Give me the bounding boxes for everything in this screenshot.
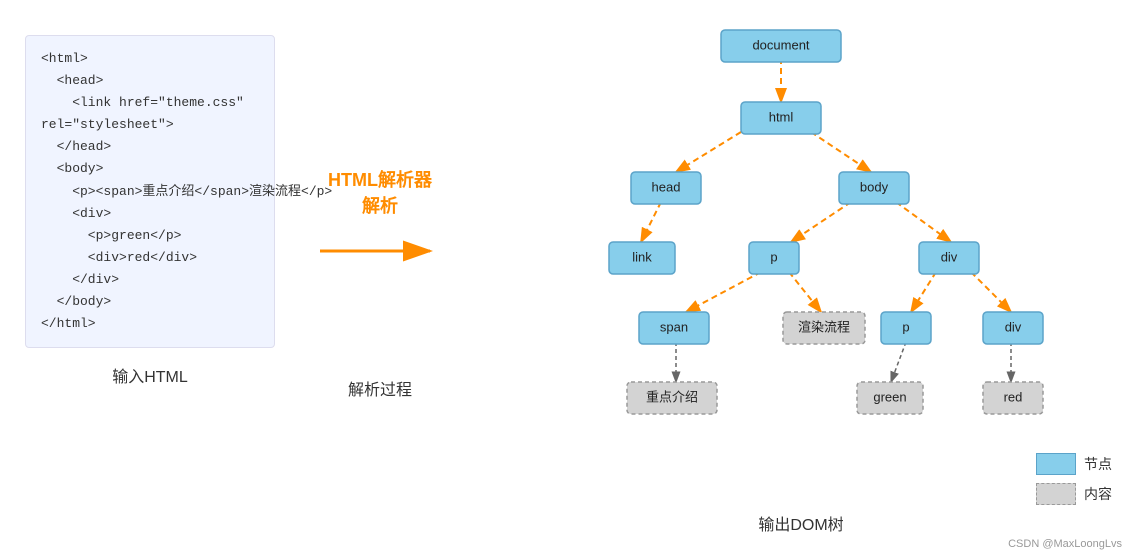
tree-label: 输出DOM树	[758, 511, 843, 535]
legend: 节点 内容	[1036, 453, 1112, 505]
legend-blue-label: 节点	[1084, 454, 1112, 474]
node-p2: p	[881, 312, 931, 344]
arrow-panel: HTML解析器 解析 解析过程	[290, 20, 470, 545]
svg-text:span: span	[660, 319, 688, 334]
node-span: span	[639, 312, 709, 344]
node-document: document	[721, 30, 841, 62]
svg-text:head: head	[652, 179, 681, 194]
code-label: 输入HTML	[25, 363, 275, 387]
tree-panel: document html head body link	[470, 20, 1132, 545]
node-body: body	[839, 172, 909, 204]
legend-gray-label: 内容	[1084, 484, 1112, 504]
code-block: <html> <head> <link href="theme.css" rel…	[25, 35, 275, 348]
svg-text:p: p	[770, 249, 777, 264]
code-panel: <html> <head> <link href="theme.css" rel…	[10, 20, 290, 545]
parser-subtitle: 解析	[362, 196, 398, 216]
node-render: 渲染流程	[783, 312, 865, 344]
dom-tree-svg: document html head body link	[470, 20, 1132, 500]
node-link: link	[609, 242, 675, 274]
svg-text:html: html	[769, 109, 794, 124]
svg-text:link: link	[632, 249, 652, 264]
svg-text:p: p	[902, 319, 909, 334]
svg-text:div: div	[1005, 319, 1022, 334]
node-zhongdian: 重点介绍	[627, 382, 717, 414]
svg-text:document: document	[752, 37, 809, 52]
watermark: CSDN @MaxLoongLvs	[1008, 538, 1122, 550]
svg-text:green: green	[873, 389, 906, 404]
svg-text:red: red	[1004, 389, 1023, 404]
node-p: p	[749, 242, 799, 274]
legend-gray-box	[1036, 483, 1076, 505]
svg-text:重点介绍: 重点介绍	[646, 389, 698, 404]
node-head: head	[631, 172, 701, 204]
node-div: div	[919, 242, 979, 274]
node-red: red	[983, 382, 1043, 414]
parser-title: HTML解析器	[328, 170, 432, 190]
legend-blue: 节点	[1036, 453, 1112, 475]
legend-gray: 内容	[1036, 483, 1112, 505]
main-container: <html> <head> <link href="theme.css" rel…	[0, 0, 1142, 555]
svg-text:渲染流程: 渲染流程	[798, 319, 850, 334]
svg-text:body: body	[860, 179, 889, 194]
svg-text:div: div	[941, 249, 958, 264]
legend-blue-box	[1036, 453, 1076, 475]
node-html: html	[741, 102, 821, 134]
big-arrow-svg	[315, 226, 445, 276]
middle-label: 解析过程	[348, 376, 412, 400]
node-div2: div	[983, 312, 1043, 344]
node-green: green	[857, 382, 923, 414]
